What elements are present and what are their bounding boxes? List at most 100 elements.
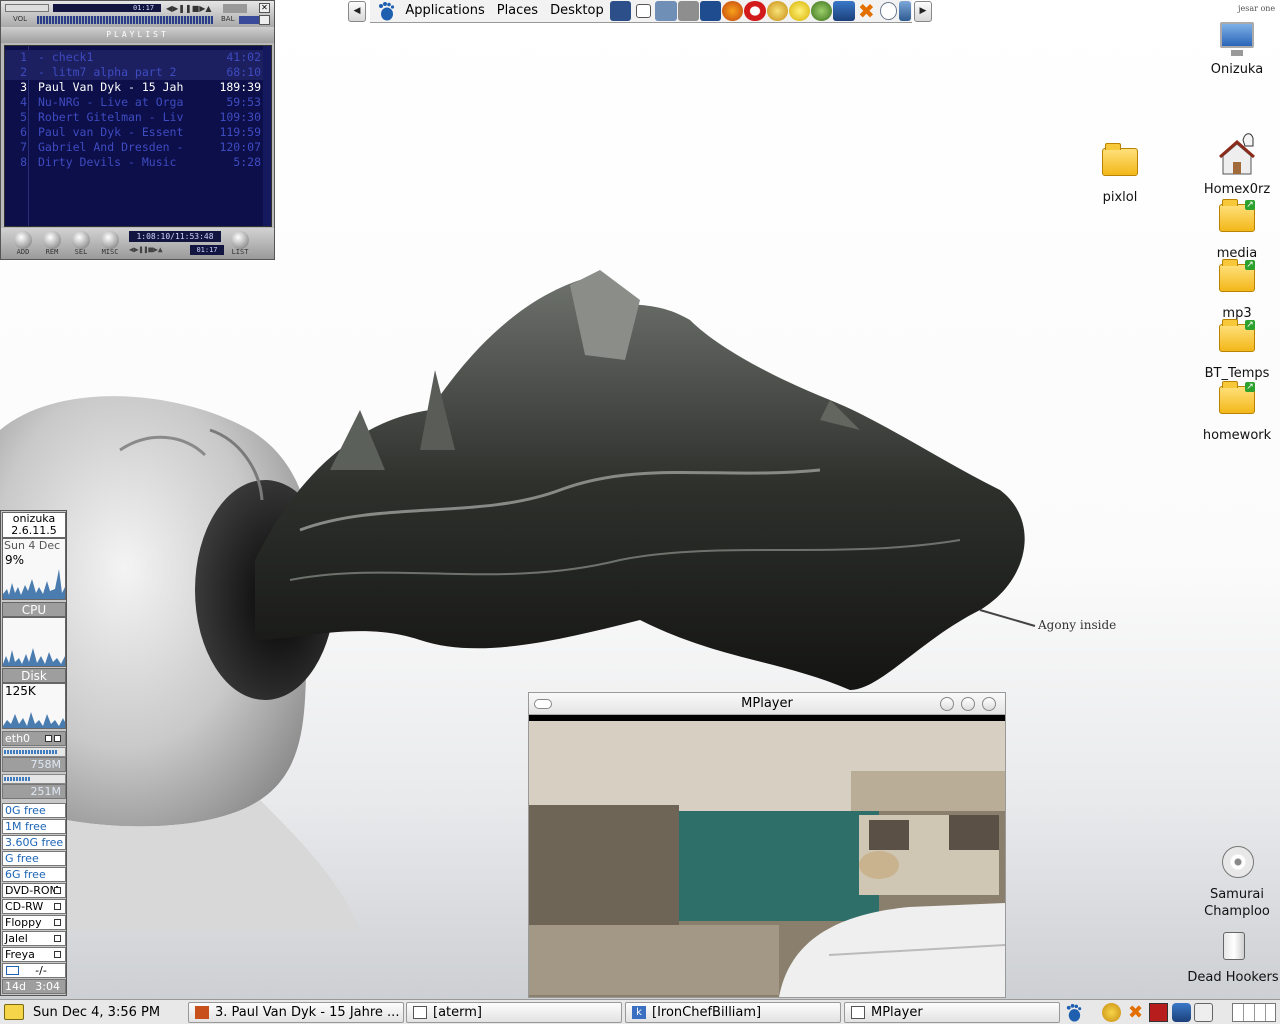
- mail-icon: [6, 966, 19, 975]
- desktop-icon-onizuka[interactable]: Onizuka: [1192, 20, 1280, 77]
- opera-icon[interactable]: [744, 1, 766, 21]
- mount-indicator[interactable]: [54, 887, 61, 894]
- xmms-shade-icon[interactable]: [259, 15, 270, 25]
- window-icon[interactable]: [635, 4, 652, 18]
- task-xmms[interactable]: 3. Paul Van Dyk - 15 Jahre ...: [188, 1002, 404, 1023]
- xmms-transport-controls[interactable]: ◀▶❚❚■▶▲: [166, 4, 216, 13]
- playlist-remove-button[interactable]: [43, 231, 61, 249]
- minimize-button[interactable]: [940, 697, 954, 711]
- folder-link-icon: ↗: [1217, 381, 1257, 426]
- panel-clock[interactable]: Sun Dec 4, 3:56 PM: [33, 1000, 160, 1025]
- desktop-icon-bt-temps[interactable]: ↗ BT_Temps: [1192, 316, 1280, 381]
- xmms-balance-slider[interactable]: [239, 16, 259, 24]
- menu-desktop[interactable]: Desktop: [544, 0, 610, 22]
- playlist-row[interactable]: 2 - litm7 alpha part 2 68:10: [5, 65, 263, 80]
- desktop-icon-samurai-champloo[interactable]: Samurai Champloo: [1192, 844, 1280, 920]
- filesystem-row[interactable]: 6G free: [2, 867, 66, 882]
- mount-indicator[interactable]: [54, 919, 61, 926]
- desktop-icon-media[interactable]: ↗ media: [1192, 196, 1280, 261]
- desktop-icon-trash[interactable]: Dead Hookers: [1185, 928, 1280, 985]
- filesystem-row[interactable]: G free: [2, 851, 66, 866]
- mount-row[interactable]: Freya: [2, 947, 66, 962]
- window-menu-button[interactable]: [534, 699, 552, 709]
- xmms-playlist-titlebar[interactable]: PLAYLIST: [1, 27, 274, 43]
- cross-tool-icon[interactable]: ✖: [856, 0, 877, 23]
- xmms-volume-slider[interactable]: [37, 16, 213, 24]
- filesystem-row[interactable]: 1M free: [2, 819, 66, 834]
- mount-row[interactable]: DVD-ROM: [2, 883, 66, 898]
- task-aterm[interactable]: [aterm]: [406, 1002, 622, 1023]
- mount-row[interactable]: Jalel: [2, 931, 66, 946]
- clock-icon[interactable]: [879, 2, 898, 20]
- playlist-add-button[interactable]: [14, 231, 32, 249]
- playlist-row[interactable]: 7 Gabriel And Dresden - 120:07: [5, 140, 263, 155]
- playlist-scrollbar[interactable]: [263, 46, 271, 226]
- thunderbird-icon[interactable]: [833, 1, 855, 21]
- firefox-icon[interactable]: [722, 1, 744, 21]
- playlist-list-button[interactable]: [231, 231, 249, 249]
- disk-graph-plot: [3, 648, 65, 666]
- mount-row[interactable]: Floppy: [2, 915, 66, 930]
- playlist-row-time: 189:39: [219, 80, 261, 94]
- mplayer-video[interactable]: [529, 715, 1005, 997]
- gaim-icon[interactable]: [766, 1, 788, 21]
- playlist-row-number: 8: [20, 155, 27, 169]
- panel-scroll-right-button[interactable]: ▶: [914, 1, 932, 22]
- top-panel-body: Applications Places Desktop ✖: [370, 0, 912, 23]
- task-mplayer[interactable]: MPlayer: [844, 1002, 1060, 1023]
- playlist-misc-button[interactable]: [101, 231, 119, 249]
- desktop-icon-mp3[interactable]: ↗ mp3: [1192, 256, 1280, 321]
- filesystem-row[interactable]: 0G free: [2, 803, 66, 818]
- xmms-close-icon[interactable]: ✕: [259, 3, 270, 13]
- desktop-icon-homework[interactable]: ↗ homework: [1192, 378, 1280, 443]
- music-icon[interactable]: [811, 1, 833, 21]
- gnome-foot-icon[interactable]: [376, 1, 395, 21]
- thunderbird-tray-icon[interactable]: [1172, 1003, 1191, 1022]
- buddy-tray-icon[interactable]: [1102, 1003, 1121, 1022]
- cross-tray-icon[interactable]: ✖: [1126, 1003, 1145, 1022]
- desktop-icon-home[interactable]: Homex0rz: [1192, 132, 1280, 197]
- mail-row[interactable]: -/-: [2, 963, 66, 978]
- filesystem-free: 3.60G free: [5, 836, 64, 849]
- xmms-menu-button[interactable]: [5, 4, 49, 12]
- menu-places[interactable]: Places: [491, 0, 544, 22]
- gamepad-icon[interactable]: [677, 1, 699, 21]
- close-button[interactable]: [982, 697, 996, 711]
- playlist-row-time: 109:30: [219, 110, 261, 124]
- applet-tray-icon[interactable]: [1194, 1003, 1213, 1022]
- playlist-row[interactable]: 1 - check1 41:02: [5, 50, 263, 65]
- maximize-button[interactable]: [961, 697, 975, 711]
- cpu-graph-plot: [3, 569, 65, 599]
- playlist-row[interactable]: 3 Paul Van Dyk - 15 Jah 189:39: [5, 80, 263, 95]
- smiley-icon[interactable]: [788, 1, 811, 21]
- mount-row[interactable]: CD-RW: [2, 899, 66, 914]
- desktop-icon-label: Dead Hookers: [1187, 970, 1279, 985]
- playlist-row[interactable]: 8 Dirty Devils - Music 5:28: [5, 155, 263, 170]
- xmms-vol-label: VOL: [13, 15, 28, 23]
- task-konqueror[interactable]: k [IronChefBilliam]: [625, 1002, 841, 1023]
- pda-icon[interactable]: [899, 1, 912, 21]
- playlist-row[interactable]: 5 Robert Gitelman - Liv 109:30: [5, 110, 263, 125]
- swap-bar-fill: [4, 777, 31, 781]
- playlist-select-button[interactable]: [72, 231, 90, 249]
- app-tray-icon[interactable]: [1149, 1003, 1168, 1022]
- menu-applications[interactable]: Applications: [399, 0, 490, 22]
- desktop-icon-pixlol[interactable]: pixlol: [1075, 140, 1165, 205]
- mount-indicator[interactable]: [54, 903, 61, 910]
- playlist-row[interactable]: 6 Paul van Dyk - Essent 119:59: [5, 125, 263, 140]
- terminal-icon[interactable]: [609, 1, 631, 21]
- mount-indicator[interactable]: [54, 935, 61, 942]
- mount-label: Freya: [5, 948, 35, 961]
- display-icon[interactable]: [699, 1, 722, 21]
- mount-indicator[interactable]: [54, 951, 61, 958]
- filesystem-row[interactable]: 3.60G free: [2, 835, 66, 850]
- playlist-row[interactable]: 4 Nu-NRG - Live at Orga 59:53: [5, 95, 263, 110]
- net-interface-row[interactable]: eth0: [2, 731, 66, 746]
- xmms-mini-buttons[interactable]: [223, 4, 247, 13]
- panel-scroll-left-button[interactable]: ◀: [348, 1, 366, 22]
- workspace-switcher[interactable]: [1232, 1003, 1276, 1022]
- home-folder-icon[interactable]: [655, 1, 677, 21]
- mplayer-titlebar[interactable]: MPlayer: [529, 693, 1005, 715]
- calendar-icon[interactable]: [4, 1004, 24, 1020]
- gnome-foot-tray-icon[interactable]: [1064, 1003, 1083, 1022]
